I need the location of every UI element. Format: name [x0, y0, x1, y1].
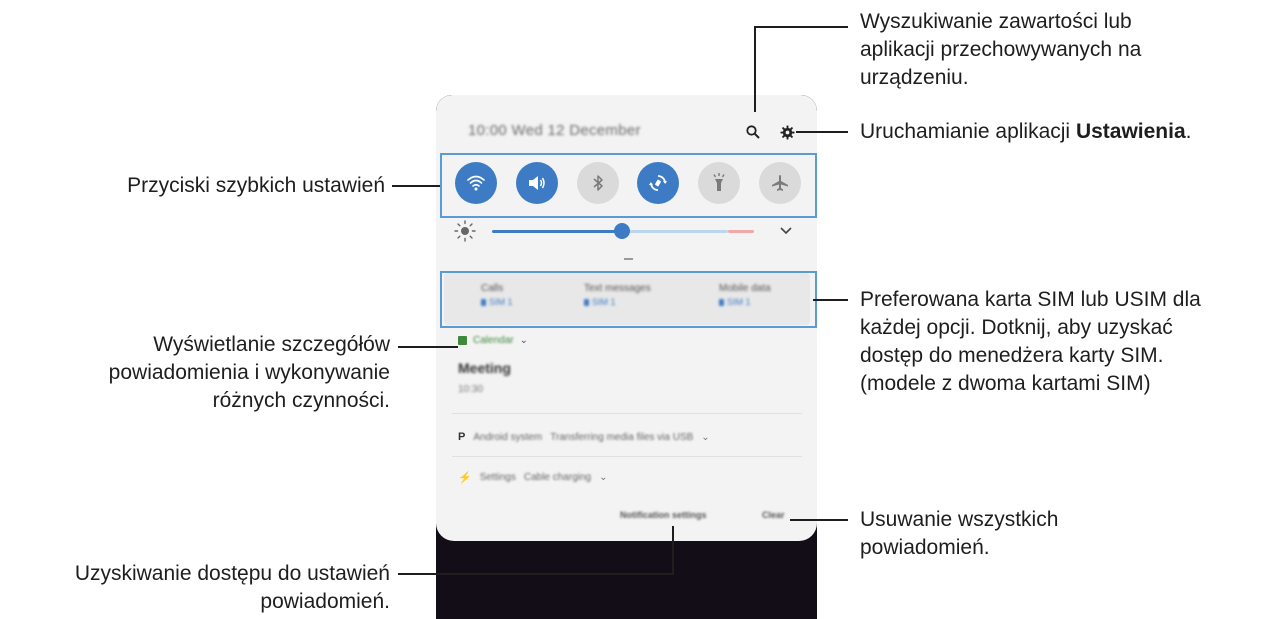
android-system-notification[interactable]: P Android system Transferring media files … [436, 431, 817, 443]
divider [452, 413, 802, 414]
brightness-track-end [728, 230, 754, 233]
brightness-slider[interactable] [454, 219, 799, 243]
callout-quick-settings: Przyciski szybkich ustawień [127, 174, 385, 197]
settings-text: Cable charging [523, 472, 592, 483]
brightness-track-filled [492, 230, 622, 233]
status-time: 10:00 Wed 12 December [468, 122, 641, 139]
brightness-track [622, 230, 728, 233]
divider [452, 456, 802, 457]
chevron-down-icon [780, 227, 792, 235]
meeting-time: 10:30 [458, 384, 484, 395]
callout-line [398, 346, 458, 348]
callout-notification-settings: Uzyskiwanie dostępu do ustawień powiadomi… [74, 562, 390, 613]
meeting-title: Meeting [458, 360, 511, 376]
callout-line [754, 26, 848, 28]
callout-search: Wyszukiwanie zawartości lub aplikacji prz… [860, 10, 1142, 89]
chevron-down-icon[interactable]: ⌄ [520, 335, 528, 346]
callout-line [392, 185, 440, 187]
callout-line [790, 519, 848, 521]
panel-handle[interactable] [624, 258, 633, 260]
settings-app-name: Settings [479, 472, 516, 483]
search-icon[interactable] [743, 122, 763, 142]
callout-line [796, 131, 848, 133]
usb-icon: P [458, 431, 466, 443]
notification-settings-button[interactable]: Notification settings [620, 510, 707, 520]
callout-line [672, 526, 674, 575]
callout-notification-details: Wyświetlanie szczegółów powiadomienia i w… [108, 333, 390, 412]
charging-icon: ⚡ [458, 472, 472, 484]
settings-notification[interactable]: ⚡ Settings Cable charging ⌄ [436, 471, 817, 484]
android-text: Transferring media files via USB [550, 431, 694, 443]
chevron-down-icon[interactable]: ⌄ [701, 432, 709, 443]
callout-sim: Preferowana karta SIM lub USIM dla każdej… [860, 288, 1201, 395]
brightness-thumb[interactable] [614, 223, 630, 239]
callout-line [813, 299, 848, 301]
calendar-icon [458, 336, 467, 345]
brightness-icon [454, 220, 476, 242]
calendar-app-name: Calendar [473, 335, 514, 346]
android-app-name: Android system [473, 431, 543, 443]
gear-icon[interactable] [777, 122, 797, 142]
quick-settings-highlight [440, 153, 817, 218]
callout-clear: Usuwanie wszystkich powiadomień. [860, 508, 1059, 559]
callout-line [398, 573, 674, 575]
sim-highlight [440, 271, 817, 328]
calendar-notification[interactable]: Calendar ⌄ Meeting 10:30 [436, 335, 817, 435]
callout-line [754, 26, 756, 112]
chevron-down-icon[interactable]: ⌄ [599, 472, 607, 483]
clear-button[interactable]: Clear [762, 510, 785, 520]
callout-settings: Uruchamianie aplikacji Ustawienia. [860, 120, 1192, 143]
